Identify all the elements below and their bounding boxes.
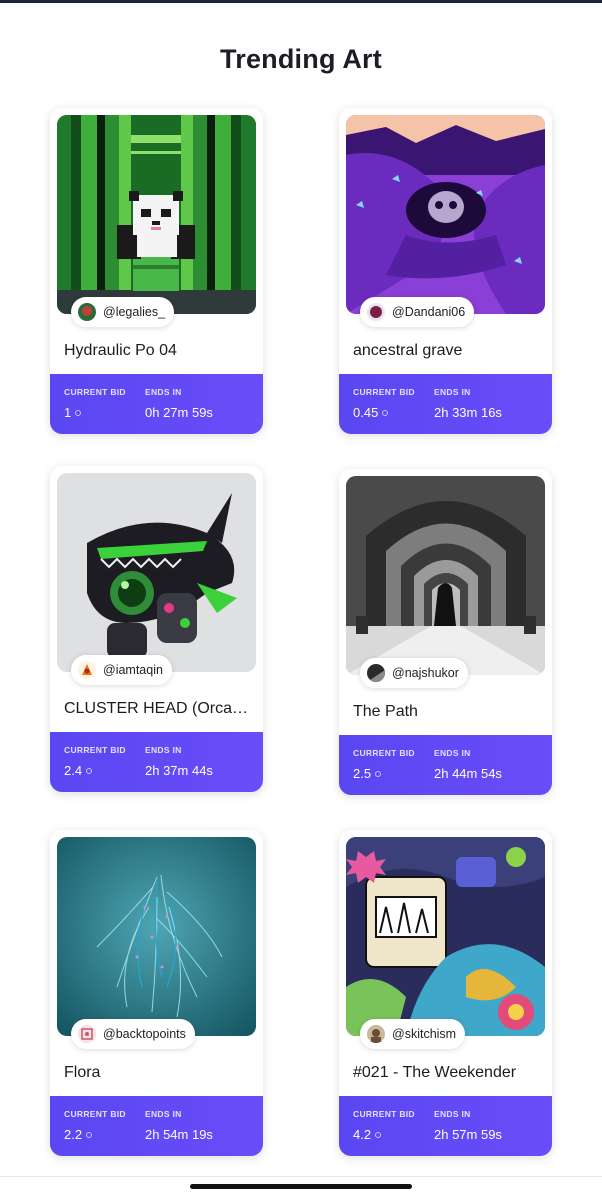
- current-bid-label: CURRENT BID: [353, 748, 415, 758]
- current-bid-label: CURRENT BID: [64, 745, 126, 755]
- owner-handle: @Dandani06: [392, 305, 466, 319]
- ends-in-label: ENDS IN: [434, 748, 471, 758]
- art-card[interactable]: @skitchism #021 - The Weekender CURRENT …: [339, 830, 552, 1156]
- home-indicator[interactable]: [190, 1184, 412, 1189]
- avatar-icon: [367, 1025, 385, 1043]
- ends-in-label: ENDS IN: [434, 1109, 471, 1119]
- owner-pill[interactable]: @iamtaqin: [71, 655, 172, 685]
- current-bid-value: 2.2: [64, 1127, 93, 1142]
- bid-amount: 2.4: [64, 763, 83, 778]
- bid-bar: CURRENT BID ENDS IN 1 0h 27m 59s: [50, 374, 263, 434]
- ends-in-value: 2h 37m 44s: [145, 763, 213, 778]
- art-card[interactable]: @Dandani06 ancestral grave CURRENT BID E…: [339, 108, 552, 434]
- owner-handle: @iamtaqin: [103, 663, 163, 677]
- art-card[interactable]: @iamtaqin CLUSTER HEAD (Orcann... CURREN…: [50, 466, 263, 792]
- coin-icon: [382, 409, 389, 416]
- owner-handle: @backtopoints: [103, 1027, 186, 1041]
- current-bid-value: 1: [64, 405, 82, 420]
- bid-bar: CURRENT BID ENDS IN 2.5 2h 44m 54s: [339, 735, 552, 795]
- coin-icon: [375, 1131, 382, 1138]
- bid-bar: CURRENT BID ENDS IN 4.2 2h 57m 59s: [339, 1096, 552, 1156]
- owner-handle: @najshukor: [392, 666, 459, 680]
- art-title: CLUSTER HEAD (Orcann...: [64, 700, 250, 717]
- bottom-divider: [0, 1176, 602, 1177]
- page-title: Trending Art: [220, 44, 382, 74]
- bid-amount: 2.5: [353, 766, 372, 781]
- orca-toy-art-icon[interactable]: [57, 473, 256, 672]
- art-title: #021 - The Weekender: [353, 1064, 517, 1081]
- panda-pixel-art-icon[interactable]: [57, 115, 256, 314]
- bid-bar: CURRENT BID ENDS IN 2.4 2h 37m 44s: [50, 732, 263, 792]
- owner-pill[interactable]: @najshukor: [360, 658, 468, 688]
- owner-handle: @legalies_: [103, 305, 166, 319]
- current-bid-value: 4.2: [353, 1127, 382, 1142]
- art-card[interactable]: @backtopoints Flora CURRENT BID ENDS IN …: [50, 830, 263, 1156]
- ends-in-label: ENDS IN: [145, 745, 182, 755]
- bid-bar: CURRENT BID ENDS IN 2.2 2h 54m 19s: [50, 1096, 263, 1156]
- art-title: The Path: [353, 703, 418, 720]
- current-bid-value: 2.5: [353, 766, 382, 781]
- bid-amount: 4.2: [353, 1127, 372, 1142]
- bid-amount: 2.2: [64, 1127, 83, 1142]
- bid-amount: 0.45: [353, 405, 379, 420]
- ends-in-value: 0h 27m 59s: [145, 405, 213, 420]
- coin-icon: [86, 767, 93, 774]
- ends-in-label: ENDS IN: [434, 387, 471, 397]
- skull-cave-art-icon[interactable]: [346, 115, 545, 314]
- bid-bar: CURRENT BID ENDS IN 0.45 2h 33m 16s: [339, 374, 552, 434]
- top-edge-line: [0, 0, 602, 3]
- current-bid-value: 2.4: [64, 763, 93, 778]
- current-bid-label: CURRENT BID: [64, 1109, 126, 1119]
- owner-pill[interactable]: @backtopoints: [71, 1019, 195, 1049]
- current-bid-label: CURRENT BID: [353, 387, 415, 397]
- ends-in-value: 2h 33m 16s: [434, 405, 502, 420]
- ends-in-label: ENDS IN: [145, 387, 182, 397]
- bid-amount: 1: [64, 405, 72, 420]
- art-title: ancestral grave: [353, 342, 463, 359]
- current-bid-label: CURRENT BID: [353, 1109, 415, 1119]
- ends-in-value: 2h 44m 54s: [434, 766, 502, 781]
- art-title: Hydraulic Po 04: [64, 342, 177, 359]
- current-bid-value: 0.45: [353, 405, 389, 420]
- arch-corridor-photo-icon[interactable]: [346, 476, 545, 675]
- ends-in-value: 2h 57m 59s: [434, 1127, 502, 1142]
- current-bid-label: CURRENT BID: [64, 387, 126, 397]
- art-title: Flora: [64, 1064, 101, 1081]
- art-card[interactable]: @najshukor The Path CURRENT BID ENDS IN …: [339, 469, 552, 795]
- avatar-icon: [367, 664, 385, 682]
- owner-pill[interactable]: @Dandani06: [360, 297, 475, 327]
- owner-pill[interactable]: @skitchism: [360, 1019, 466, 1049]
- doodle-art-icon[interactable]: [346, 837, 545, 1036]
- avatar-icon: [78, 303, 96, 321]
- owner-handle: @skitchism: [392, 1027, 457, 1041]
- avatar-icon: [78, 1025, 96, 1043]
- flora-strands-art-icon[interactable]: [57, 837, 256, 1036]
- art-card[interactable]: @legalies_ Hydraulic Po 04 CURRENT BID E…: [50, 108, 263, 434]
- ends-in-value: 2h 54m 19s: [145, 1127, 213, 1142]
- avatar-icon: [367, 303, 385, 321]
- ends-in-label: ENDS IN: [145, 1109, 182, 1119]
- coin-icon: [86, 1131, 93, 1138]
- avatar-icon: [78, 661, 96, 679]
- coin-icon: [75, 409, 82, 416]
- owner-pill[interactable]: @legalies_: [71, 297, 175, 327]
- coin-icon: [375, 770, 382, 777]
